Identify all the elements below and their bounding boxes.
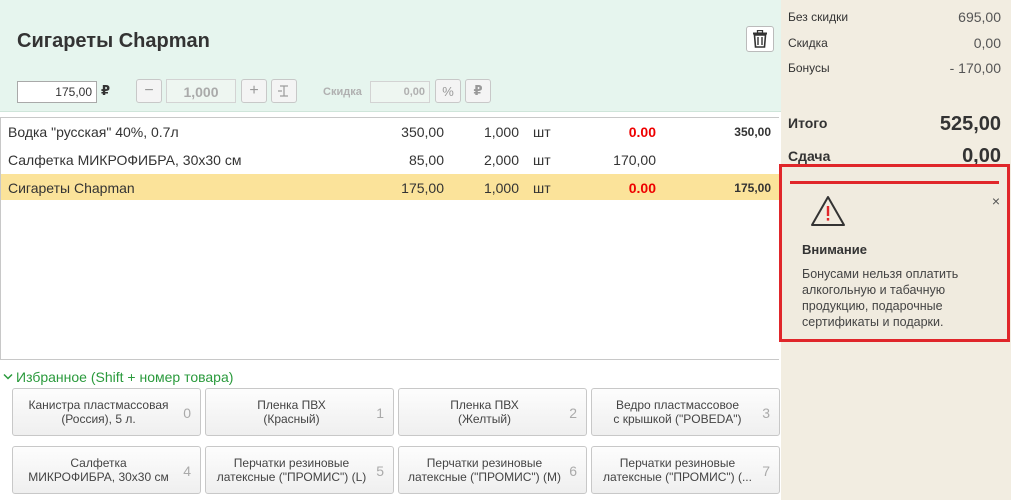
favorite-number: 5 <box>376 463 384 479</box>
text-cursor-icon <box>278 85 288 97</box>
favorite-line1: Ведро пластмассовое <box>615 398 740 412</box>
price-input[interactable]: 175,00 <box>17 81 97 103</box>
minus-icon: − <box>144 82 154 99</box>
favorite-button-7[interactable]: Перчатки резиновые латексные ("ПРОМИС") (… <box>591 446 780 494</box>
change-label: Сдача <box>788 148 831 164</box>
favorite-line1: Перчатки резиновые <box>619 456 736 470</box>
summary-discount-value: 0,00 <box>973 35 1001 51</box>
favorite-line2: латексные ("ПРОМИС") (L) <box>216 470 367 484</box>
no-discount-label: Без скидки <box>788 10 849 24</box>
close-icon[interactable]: × <box>992 193 1000 209</box>
favorite-button-0[interactable]: Канистра пластмассовая (Россия), 5 л. 0 <box>12 388 201 436</box>
product-header: Сигареты Chapman 175,00 ₽ − 1,000 + Скид… <box>0 0 781 112</box>
item-unit: шт <box>533 152 551 168</box>
item-discount: 170,00 <box>613 152 656 168</box>
favorite-button-4[interactable]: Салфетка МИКРОФИБРА, 30x30 см 4 <box>12 446 201 494</box>
favorite-line1: Перчатки резиновые <box>426 456 543 470</box>
favorite-button-1[interactable]: Пленка ПВХ (Красный) 1 <box>205 388 394 436</box>
decrease-qty-button[interactable]: − <box>136 79 162 103</box>
product-title: Сигареты Chapman <box>17 30 210 52</box>
favorite-line1: Канистра пластмассовая <box>28 398 169 412</box>
item-qty: 1,000 <box>483 180 519 196</box>
favorites-header: Избранное (Shift + номер товара) <box>16 369 234 385</box>
currency-label: ₽ <box>101 83 111 98</box>
item-sum: 175,00 <box>734 181 771 195</box>
item-qty: 1,000 <box>483 124 519 140</box>
table-row[interactable]: Сигареты Chapman 175,00 1,000 шт 0.00 17… <box>1 174 780 200</box>
quantity-input[interactable]: 1,000 <box>166 79 236 103</box>
favorite-number: 7 <box>762 463 770 479</box>
cart-table: Водка "русская" 40%, 0.7л 350,00 1,000 ш… <box>0 117 780 360</box>
summary-discount-label: Скидка <box>788 36 828 50</box>
delete-button[interactable] <box>746 26 774 52</box>
item-unit: шт <box>533 124 551 140</box>
favorite-number: 1 <box>376 405 384 421</box>
percent-discount-button[interactable]: % <box>435 79 461 103</box>
favorite-line2: (Красный) <box>263 412 320 426</box>
item-name: Сигареты Chapman <box>8 180 135 196</box>
percent-icon: % <box>442 83 454 99</box>
favorite-line1: Пленка ПВХ <box>257 398 326 412</box>
favorite-line2: (Россия), 5 л. <box>61 412 136 426</box>
favorite-button-2[interactable]: Пленка ПВХ (Желтый) 2 <box>398 388 587 436</box>
item-discount: 0.00 <box>628 124 656 140</box>
favorite-button-6[interactable]: Перчатки резиновые латексные ("ПРОМИС") (… <box>398 446 587 494</box>
discount-input[interactable]: 0,00 <box>370 81 430 103</box>
item-name: Салфетка МИКРОФИБРА, 30x30 см <box>8 152 242 168</box>
item-sum: 350,00 <box>734 125 771 139</box>
plus-icon: + <box>249 82 259 99</box>
no-discount-value: 695,00 <box>958 9 1001 25</box>
favorite-line2: латексные ("ПРОМИС") (... <box>603 470 752 484</box>
table-row[interactable]: Салфетка МИКРОФИБРА, 30x30 см 85,00 2,00… <box>1 146 780 172</box>
favorite-line1: Перчатки резиновые <box>233 456 350 470</box>
item-unit: шт <box>533 180 551 196</box>
item-qty: 2,000 <box>483 152 519 168</box>
ruble-discount-button[interactable]: ₽ <box>465 79 491 103</box>
bonus-value: - 170,00 <box>949 60 1001 76</box>
popup-title: Внимание <box>802 242 867 257</box>
favorite-number: 3 <box>762 405 770 421</box>
favorite-line2: латексные ("ПРОМИС") (M) <box>408 470 561 484</box>
favorites-toggle[interactable]: Избранное (Shift + номер товара) <box>3 369 233 385</box>
item-price: 175,00 <box>401 180 444 196</box>
favorite-line1: Салфетка <box>70 456 127 470</box>
favorite-number: 2 <box>569 405 577 421</box>
favorite-line2: (Желтый) <box>457 412 512 426</box>
item-discount: 0.00 <box>628 180 656 196</box>
chevron-down-icon <box>3 373 13 380</box>
warning-popup: × Внимание Бонусами нельзя оплатить алко… <box>779 164 1010 342</box>
favorite-button-5[interactable]: Перчатки резиновые латексные ("ПРОМИС") (… <box>205 446 394 494</box>
favorite-number: 6 <box>569 463 577 479</box>
trash-icon <box>753 30 767 48</box>
bonus-label: Бонусы <box>788 61 830 75</box>
discount-label: Скидка <box>323 86 362 98</box>
item-price: 85,00 <box>408 152 444 168</box>
favorite-button-3[interactable]: Ведро пластмассовое с крышкой ("POBEDA") … <box>591 388 780 436</box>
warning-icon <box>811 196 845 226</box>
ruble-icon: ₽ <box>473 83 483 98</box>
total-label: Итого <box>788 115 828 131</box>
total-value: 525,00 <box>939 113 1001 135</box>
favorite-number: 4 <box>183 463 191 479</box>
increase-qty-button[interactable]: + <box>241 79 267 103</box>
table-row[interactable]: Водка "русская" 40%, 0.7л 350,00 1,000 ш… <box>1 118 780 144</box>
favorite-line2: МИКРОФИБРА, 30x30 см <box>28 470 169 484</box>
favorite-line2: с крышкой ("POBEDA") <box>613 412 742 426</box>
popup-message: Бонусами нельзя оплатить алкогольную и т… <box>802 267 959 329</box>
item-price: 350,00 <box>401 124 444 140</box>
favorite-number: 0 <box>183 405 191 421</box>
edit-qty-button[interactable] <box>271 79 297 103</box>
popup-accent-bar <box>790 181 999 184</box>
main-panel: Сигареты Chapman 175,00 ₽ − 1,000 + Скид… <box>0 0 781 500</box>
favorite-line1: Пленка ПВХ <box>450 398 519 412</box>
item-name: Водка "русская" 40%, 0.7л <box>8 124 179 140</box>
